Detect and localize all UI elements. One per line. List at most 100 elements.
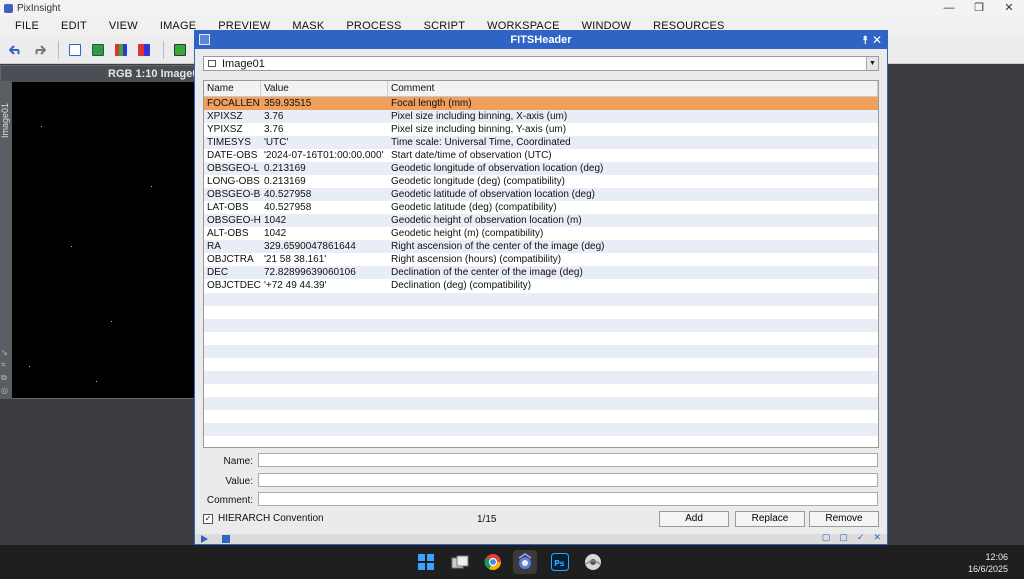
browse-doc-icon[interactable]: ▢ [822, 532, 831, 543]
restore-button[interactable]: ❐ [964, 0, 994, 16]
keywords-table: Name Value Comment FOCALLEN 359.93515 Foca… [203, 80, 879, 448]
image-side-tab[interactable]: Image01 ↘ ⌗ ⧉ ◎ [0, 81, 12, 399]
minimize-button[interactable]: — [934, 0, 964, 16]
task-view-icon[interactable] [448, 550, 472, 574]
cell-value: 1042 [264, 228, 287, 239]
arrow-icon[interactable]: ↘ [1, 348, 11, 357]
column-header-name[interactable]: Name [204, 81, 261, 96]
menu-file[interactable]: FILE [4, 20, 50, 32]
table-row[interactable]: TIMESYS 'UTC' Time scale: Universal Time, … [204, 136, 878, 149]
fit-icon[interactable]: ⌗ [1, 360, 11, 370]
rgb-channels-icon[interactable] [111, 40, 131, 60]
reset-icon[interactable]: ✕ [873, 532, 881, 543]
table-row[interactable]: FOCALLEN 359.93515 Focal length (mm) [204, 97, 878, 110]
cell-comment: Geodetic longitude of observation locati… [391, 163, 604, 174]
table-row[interactable]: DEC 72.82899639060106 Declination of the c… [204, 266, 878, 279]
remove-button[interactable]: Remove [809, 511, 879, 527]
histogram-icon[interactable] [170, 40, 190, 60]
table-row[interactable]: YPIXSZ 3.76 Pixel size including binning, … [204, 123, 878, 136]
cell-name: OBJCTDEC [207, 280, 261, 291]
target-icon[interactable]: ◎ [1, 386, 11, 395]
table-row[interactable]: LONG-OBS 0.213169 Geodetic longitude (deg)… [204, 175, 878, 188]
dialog-titlebar[interactable]: FITSHeader ⯭ ✕ [195, 31, 887, 49]
comment-label: Comment: [206, 495, 253, 506]
cell-comment: Geodetic latitude of observation locatio… [391, 189, 596, 200]
cell-comment: Start date/time of observation (UTC) [391, 150, 552, 161]
cell-comment: Time scale: Universal Time, Coordinated [391, 137, 571, 148]
image-side-icons: ↘ ⌗ ⧉ ◎ [1, 348, 11, 395]
name-input[interactable] [258, 453, 878, 467]
cell-name: FOCALLEN [207, 98, 260, 109]
star [71, 246, 72, 247]
table-empty-rows [204, 293, 878, 447]
clock-time: 12:06 [985, 552, 1008, 562]
undo-icon[interactable] [6, 40, 26, 60]
chevron-down-icon[interactable]: ▼ [866, 57, 878, 70]
execute-play-icon[interactable] [201, 535, 208, 543]
replace-button[interactable]: Replace [735, 511, 805, 527]
image-info-icon[interactable] [65, 40, 85, 60]
menu-view[interactable]: VIEW [98, 20, 149, 32]
menu-edit[interactable]: EDIT [50, 20, 98, 32]
app-titlebar: PixInsight — ❐ ✕ [0, 0, 1024, 16]
new-instance-icon[interactable]: ▢ [839, 532, 848, 543]
cell-comment: Declination (deg) (compatibility) [391, 280, 532, 291]
cell-name: ALT-OBS [207, 228, 249, 239]
column-header-comment[interactable]: Comment [388, 81, 878, 96]
close-dialog-button[interactable]: ✕ [872, 31, 882, 49]
pixinsight-logo-icon [4, 3, 13, 13]
ok-check-icon[interactable]: ✓ [857, 532, 865, 543]
table-body: FOCALLEN 359.93515 Focal length (mm) XPIXS… [204, 97, 878, 292]
image-icon [208, 60, 216, 67]
view-selector[interactable]: Image01 ▼ [203, 56, 879, 71]
cell-value: 3.76 [264, 111, 284, 122]
cell-comment: Geodetic height (m) (compatibility) [391, 228, 544, 239]
cell-value: 1042 [264, 215, 287, 226]
value-input[interactable] [258, 473, 878, 487]
image-window[interactable]: RGB 1:10 Image01 [0, 65, 196, 399]
cell-value: '2024-07-16T01:00:00.000' [264, 150, 384, 161]
comment-input[interactable] [258, 492, 878, 506]
new-image-icon[interactable] [88, 40, 108, 60]
cell-value: '21 58 38.161' [264, 254, 327, 265]
svg-text:Ps: Ps [554, 559, 565, 568]
table-row[interactable]: XPIXSZ 3.76 Pixel size including binning, … [204, 110, 878, 123]
hierarch-option: ✓ HIERARCH Convention [203, 513, 324, 524]
table-row[interactable]: OBSGEO-H 1042 Geodetic height of observati… [204, 214, 878, 227]
color-channels-icon[interactable] [134, 40, 154, 60]
star [96, 381, 97, 382]
close-window-button[interactable]: ✕ [994, 0, 1024, 16]
toolbar-separator [58, 40, 59, 59]
photoshop-icon[interactable]: Ps [548, 550, 572, 574]
column-header-value[interactable]: Value [261, 81, 388, 96]
image-window-title[interactable]: RGB 1:10 Image01 [1, 66, 195, 82]
cell-name: LONG-OBS [207, 176, 260, 187]
cell-name: RA [207, 241, 221, 252]
table-row[interactable]: ALT-OBS 1042 Geodetic height (m) (compatib… [204, 227, 878, 240]
table-row[interactable]: RA 329.6590047861644 Right ascension of th… [204, 240, 878, 253]
table-row[interactable]: LAT-OBS 40.527958 Geodetic latitude (deg) … [204, 201, 878, 214]
table-row[interactable]: OBJCTRA '21 58 38.161' Right ascension (ho… [204, 253, 878, 266]
pin-icon[interactable]: ⯭ [862, 31, 869, 49]
image-side-label: Image01 [0, 103, 10, 139]
cell-comment: Right ascension (hours) (compatibility) [391, 254, 562, 265]
taskbar-clock[interactable]: 12:06 16/6/2025 [968, 551, 1008, 575]
copy-icon[interactable]: ⧉ [1, 373, 11, 383]
table-row[interactable]: OBJCTDEC '+72 49 44.39' Declination (deg) … [204, 279, 878, 292]
table-row[interactable]: OBSGEO-B 40.527958 Geodetic latitude of ob… [204, 188, 878, 201]
windows-start-icon[interactable] [414, 550, 438, 574]
redo-icon[interactable] [29, 40, 49, 60]
pixinsight-taskbar-icon[interactable] [513, 550, 537, 574]
cell-name: DATE-OBS [207, 150, 258, 161]
cell-name: XPIXSZ [207, 111, 243, 122]
hierarch-checkbox[interactable]: ✓ [203, 513, 213, 524]
chrome-icon[interactable] [481, 550, 505, 574]
apply-square-icon[interactable] [222, 535, 230, 543]
cell-name: OBSGEO-B [207, 189, 261, 200]
cell-value: 329.6590047861644 [264, 241, 356, 252]
table-row[interactable]: DATE-OBS '2024-07-16T01:00:00.000' Start d… [204, 149, 878, 162]
add-button[interactable]: Add [659, 511, 729, 527]
table-row[interactable]: OBSGEO-L 0.213169 Geodetic longitude of ob… [204, 162, 878, 175]
cell-value: '+72 49 44.39' [264, 280, 327, 291]
disc-app-icon[interactable] [581, 550, 605, 574]
